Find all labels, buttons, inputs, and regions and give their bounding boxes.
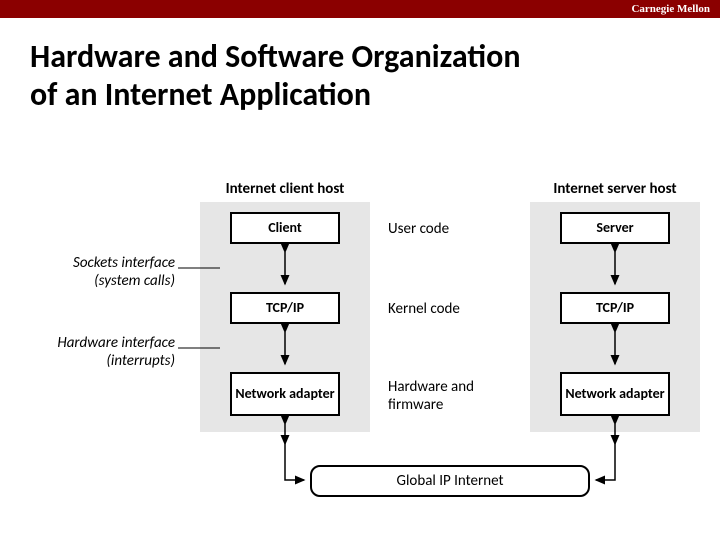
client-host-label: Internet client host (200, 180, 370, 198)
global-internet-box: Global IP Internet (310, 465, 590, 497)
title-line2: of an Internet Application (30, 76, 720, 114)
layer-hw: Hardware and firmware (388, 378, 498, 414)
hw-line1: Hardware interface (20, 334, 175, 352)
sockets-interface-label: Sockets interface (system calls) (35, 254, 175, 290)
client-app-box: Client (230, 212, 340, 244)
brand-bar: Carnegie Mellon (0, 0, 720, 18)
server-app-box: Server (560, 212, 670, 244)
sockets-line1: Sockets interface (35, 254, 175, 272)
layer-kernel: Kernel code (388, 300, 460, 318)
layer-user: User code (388, 220, 449, 238)
client-nic-box: Network adapter (230, 372, 340, 416)
hw-line2: (interrupts) (20, 352, 175, 370)
client-tcp-box: TCP/IP (230, 292, 340, 324)
brand-text: Carnegie Mellon (631, 3, 710, 15)
slide-title: Hardware and Software Organization of an… (0, 18, 720, 115)
title-line1: Hardware and Software Organization (30, 38, 720, 76)
server-nic-box: Network adapter (560, 372, 670, 416)
hardware-interface-label: Hardware interface (interrupts) (20, 334, 175, 370)
diagram: Internet client host Internet server hos… (0, 180, 720, 520)
server-host-label: Internet server host (530, 180, 700, 198)
server-tcp-box: TCP/IP (560, 292, 670, 324)
sockets-line2: (system calls) (35, 272, 175, 290)
